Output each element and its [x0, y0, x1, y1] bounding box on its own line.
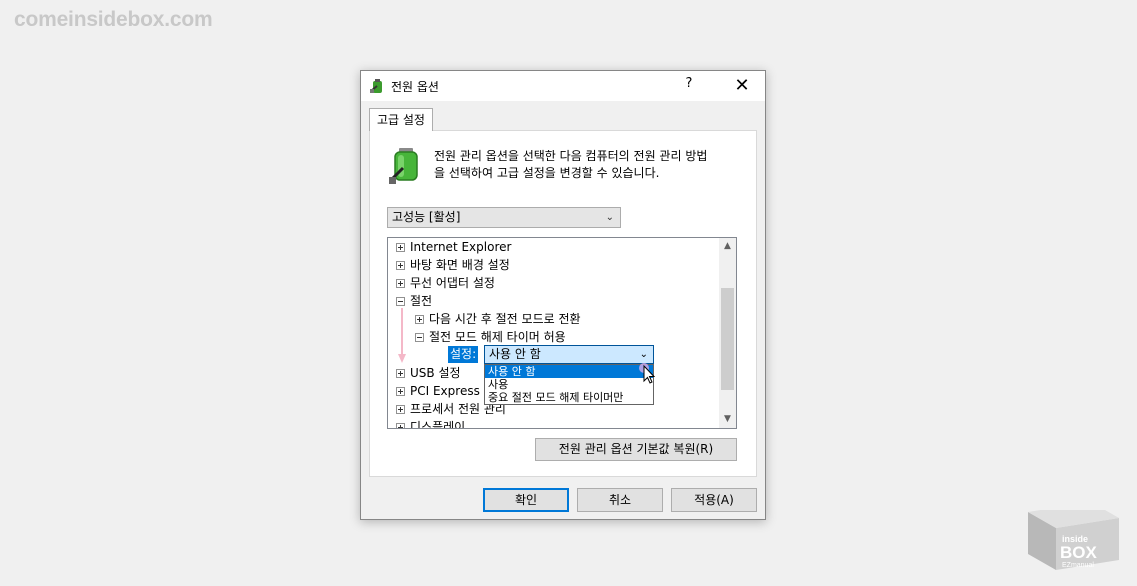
collapse-icon[interactable]	[415, 333, 424, 342]
expand-icon[interactable]	[396, 261, 405, 270]
tab-advanced-settings[interactable]: 고급 설정	[369, 108, 433, 131]
close-button[interactable]: ✕	[726, 74, 758, 98]
description-text: 전원 관리 옵션을 선택한 다음 컴퓨터의 전원 관리 방법 을 선택하여 고급…	[434, 148, 744, 182]
chevron-down-icon: ⌄	[605, 212, 614, 223]
expand-icon[interactable]	[396, 369, 405, 378]
expand-icon[interactable]	[396, 243, 405, 252]
tree-item-wake-timers[interactable]: 절전 모드 해제 타이머 허용	[415, 328, 566, 346]
battery-icon	[389, 148, 418, 184]
expand-icon[interactable]	[396, 387, 405, 396]
expand-icon[interactable]	[396, 423, 405, 428]
logo-main-text: BOX	[1060, 543, 1098, 562]
wake-timer-value-select[interactable]: 사용 안 함 ⌄	[484, 345, 654, 364]
tree-item-label: Internet Explorer	[410, 240, 512, 254]
expand-icon[interactable]	[415, 315, 424, 324]
setting-label: 설정:	[448, 346, 479, 363]
logo-sub-text: EZmanual	[1062, 562, 1094, 569]
tree-item-wireless-adapter[interactable]: 무선 어댑터 설정	[396, 274, 495, 292]
apply-button[interactable]: 적용(A)	[671, 488, 757, 512]
description-line-1: 전원 관리 옵션을 선택한 다음 컴퓨터의 전원 관리 방법	[434, 149, 708, 163]
help-button[interactable]: ?	[679, 76, 699, 96]
tree-item-label: USB 설정	[410, 366, 461, 380]
tree-item-label: 다음 시간 후 절전 모드로 전환	[429, 312, 581, 326]
tree-item-label: 바탕 화면 배경 설정	[410, 258, 510, 272]
tree-item-label: PCI Express	[410, 384, 480, 398]
tree-item-desktop-background[interactable]: 바탕 화면 배경 설정	[396, 256, 510, 274]
tree-item-internet-explorer[interactable]: Internet Explorer	[396, 238, 511, 256]
power-plan-select[interactable]: 고성능 [활성] ⌄	[387, 207, 621, 228]
cancel-button[interactable]: 취소	[577, 488, 663, 512]
collapse-icon[interactable]	[396, 297, 405, 306]
tree-item-label: 디스플레이	[410, 420, 466, 429]
chevron-down-icon: ⌄	[639, 349, 648, 360]
selected-value: 사용 안 함	[489, 347, 541, 361]
advanced-settings-tree[interactable]: Internet Explorer 바탕 화면 배경 설정 무선 어댑터 설정 …	[387, 237, 737, 429]
restore-defaults-button[interactable]: 전원 관리 옵션 기본값 복원(R)	[535, 438, 737, 461]
power-options-dialog: 전원 옵션 ? ✕ 고급 설정 전원 관리 옵션을 선택한 다음 컴퓨터의 전원…	[360, 70, 766, 520]
scroll-down-icon[interactable]: ▼	[719, 411, 736, 428]
power-plan-value: 고성능 [활성]	[392, 210, 461, 224]
option-enable[interactable]: 사용	[485, 378, 653, 391]
expand-icon[interactable]	[396, 405, 405, 414]
option-important-only[interactable]: 중요 절전 모드 해제 타이머만	[485, 391, 653, 404]
value-dropdown-list[interactable]: 사용 안 함 사용 중요 절전 모드 해제 타이머만	[484, 364, 654, 405]
site-watermark: comeinsidebox.com	[14, 8, 213, 31]
tree-item-sleep-after[interactable]: 다음 시간 후 절전 모드로 전환	[415, 310, 581, 328]
mouse-cursor-icon	[639, 363, 656, 384]
tree-scrollbar[interactable]: ▲ ▼	[719, 238, 736, 428]
insidebox-logo: inside BOX EZmanual	[1028, 510, 1119, 570]
option-disable[interactable]: 사용 안 함	[485, 365, 653, 378]
tree-item-label: 절전	[410, 294, 433, 308]
dialog-title: 전원 옵션	[391, 80, 439, 94]
tree-item-display[interactable]: 디스플레이	[396, 418, 466, 429]
tree-item-pci-express[interactable]: PCI Express	[396, 382, 480, 400]
power-options-icon	[370, 79, 382, 93]
tree-item-label: 절전 모드 해제 타이머 허용	[429, 330, 566, 344]
scroll-thumb[interactable]	[721, 288, 734, 390]
ok-button[interactable]: 확인	[483, 488, 569, 512]
expand-icon[interactable]	[396, 279, 405, 288]
scroll-up-icon[interactable]: ▲	[719, 238, 736, 255]
title-bar[interactable]: 전원 옵션 ? ✕	[361, 71, 765, 101]
description-line-2: 을 선택하여 고급 설정을 변경할 수 있습니다.	[434, 166, 660, 180]
annotation-arrow	[398, 308, 406, 363]
tree-item-label: 무선 어댑터 설정	[410, 276, 495, 290]
tree-item-usb[interactable]: USB 설정	[396, 364, 461, 382]
